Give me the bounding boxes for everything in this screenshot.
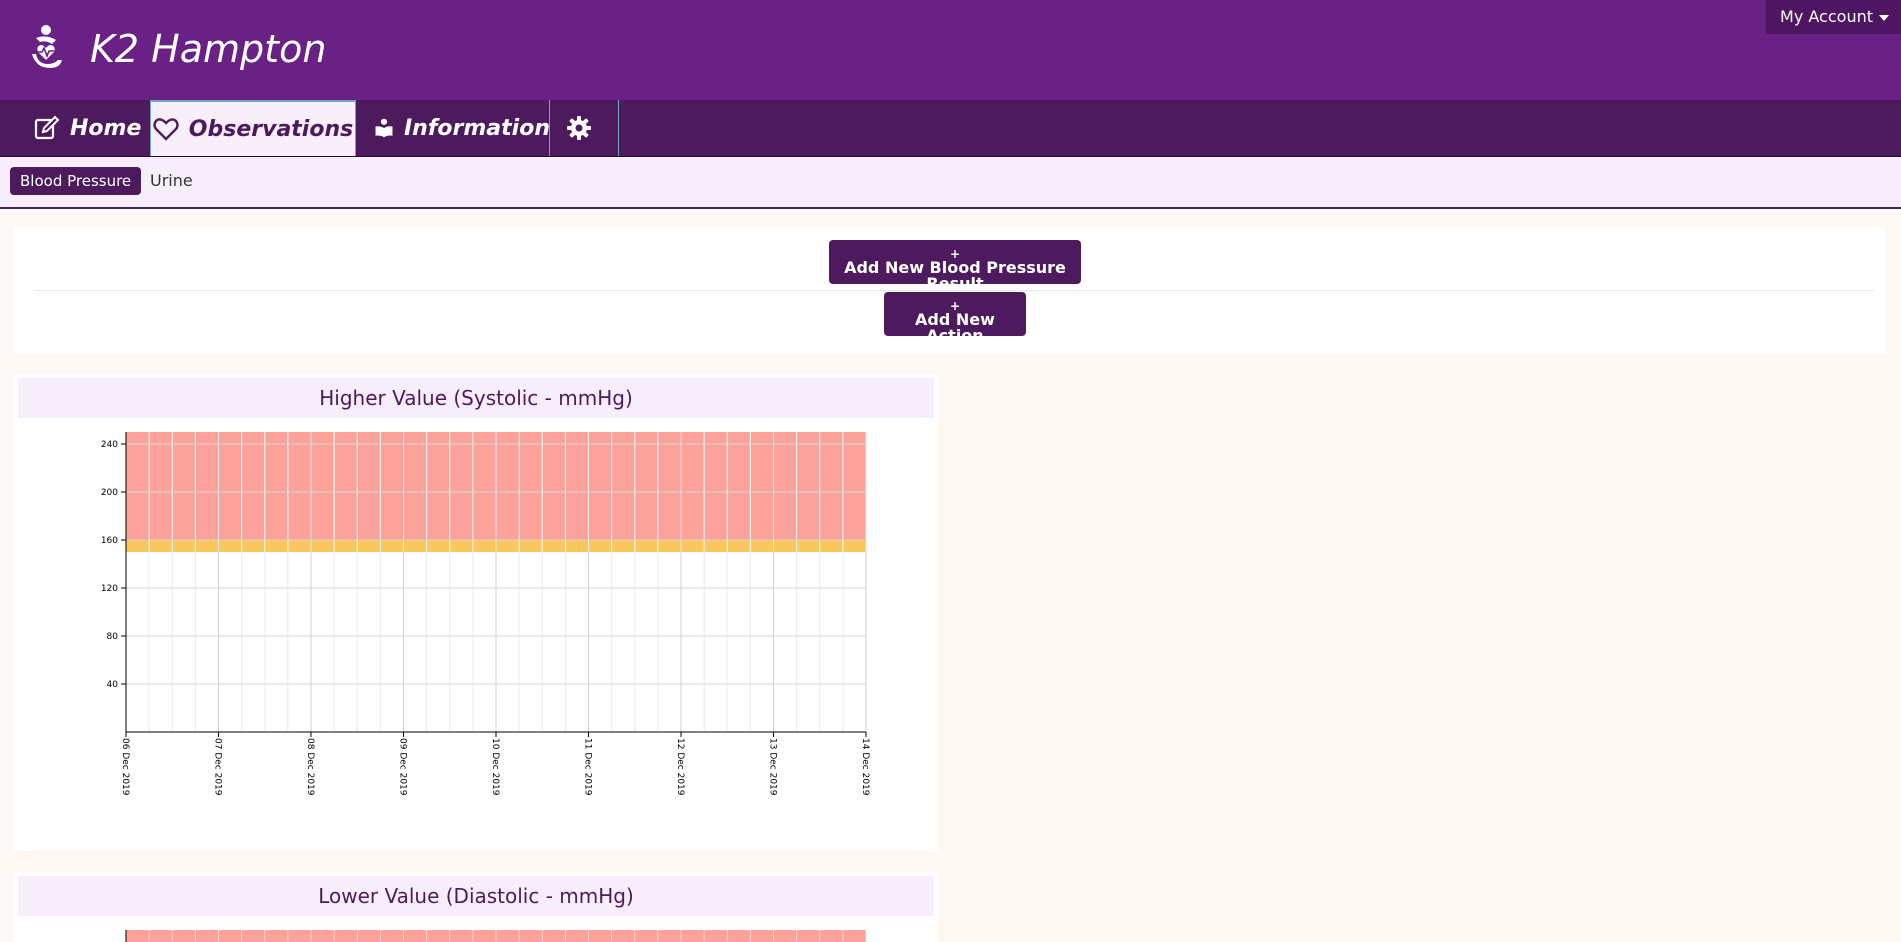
tab-home[interactable]: Home xyxy=(34,100,150,156)
gear-icon xyxy=(567,116,591,140)
sub-nav: Blood Pressure Urine xyxy=(0,157,1901,209)
y-tick-label: 200 xyxy=(101,488,118,498)
systolic-chart: 40 80 120 160 200 240 06 Dec 2019 07 Dec 2019 08… xyxy=(101,432,870,796)
y-tick-label: 160 xyxy=(101,536,118,546)
add-action-label: Add New Action xyxy=(915,310,995,345)
systolic-chart-card: Higher Value (Systolic - mmHg) 40 80 120 16… xyxy=(14,374,938,851)
x-tick-label: 13 Dec 2019 xyxy=(768,738,778,796)
my-account-menu[interactable]: My Account xyxy=(1766,0,1901,34)
x-tick-label: 06 Dec 2019 xyxy=(120,738,130,796)
actions-card: + Add New Blood Pressure Result + Add Ne… xyxy=(14,227,1886,354)
tab-observations[interactable]: Observations xyxy=(150,100,356,156)
tab-home-label: Home xyxy=(70,115,142,141)
app-header: K2 Hampton My Account xyxy=(0,0,1901,100)
edit-icon xyxy=(34,115,60,140)
y-tick-label: 40 xyxy=(107,680,119,690)
subnav-urine[interactable]: Urine xyxy=(150,167,193,195)
x-tick-label: 12 Dec 2019 xyxy=(675,738,685,796)
tab-observations-label: Observations xyxy=(188,116,354,142)
add-blood-pressure-button[interactable]: + Add New Blood Pressure Result xyxy=(829,240,1081,292)
systolic-chart-title: Higher Value (Systolic - mmHg) xyxy=(18,378,934,418)
caret-down-icon xyxy=(1879,14,1889,21)
diastolic-chart-title: Lower Value (Diastolic - mmHg) xyxy=(18,876,934,916)
y-tick-label: 80 xyxy=(107,632,119,642)
y-tick-label: 240 xyxy=(101,440,118,450)
add-blood-pressure-label: Add New Blood Pressure Result xyxy=(844,258,1066,293)
heart-icon xyxy=(153,118,179,141)
divider xyxy=(34,290,1874,291)
brand-title: K2 Hampton xyxy=(90,27,327,71)
tab-separator xyxy=(618,100,619,156)
x-tick-label: 07 Dec 2019 xyxy=(213,738,223,796)
diastolic-chart xyxy=(125,930,867,942)
x-tick-label: 09 Dec 2019 xyxy=(398,738,408,796)
mother-baby-logo-icon xyxy=(32,25,62,68)
x-tick-label: 14 Dec 2019 xyxy=(860,738,870,796)
subnav-blood-pressure[interactable]: Blood Pressure xyxy=(10,167,142,195)
x-tick-label: 10 Dec 2019 xyxy=(490,738,500,796)
x-tick-label: 11 Dec 2019 xyxy=(583,738,593,796)
diastolic-chart-card: Lower Value (Diastolic - mmHg) xyxy=(14,872,938,942)
reader-icon xyxy=(375,118,393,138)
tab-information-label: Information xyxy=(404,115,550,141)
my-account-label: My Account xyxy=(1780,7,1873,26)
tab-information[interactable]: Information xyxy=(374,100,550,156)
x-tick-label: 08 Dec 2019 xyxy=(305,738,315,796)
tab-settings[interactable] xyxy=(550,100,618,156)
main-nav: Home Observations Information xyxy=(0,100,1901,157)
y-tick-label: 120 xyxy=(101,584,118,594)
add-action-button[interactable]: + Add New Action xyxy=(884,292,1026,344)
